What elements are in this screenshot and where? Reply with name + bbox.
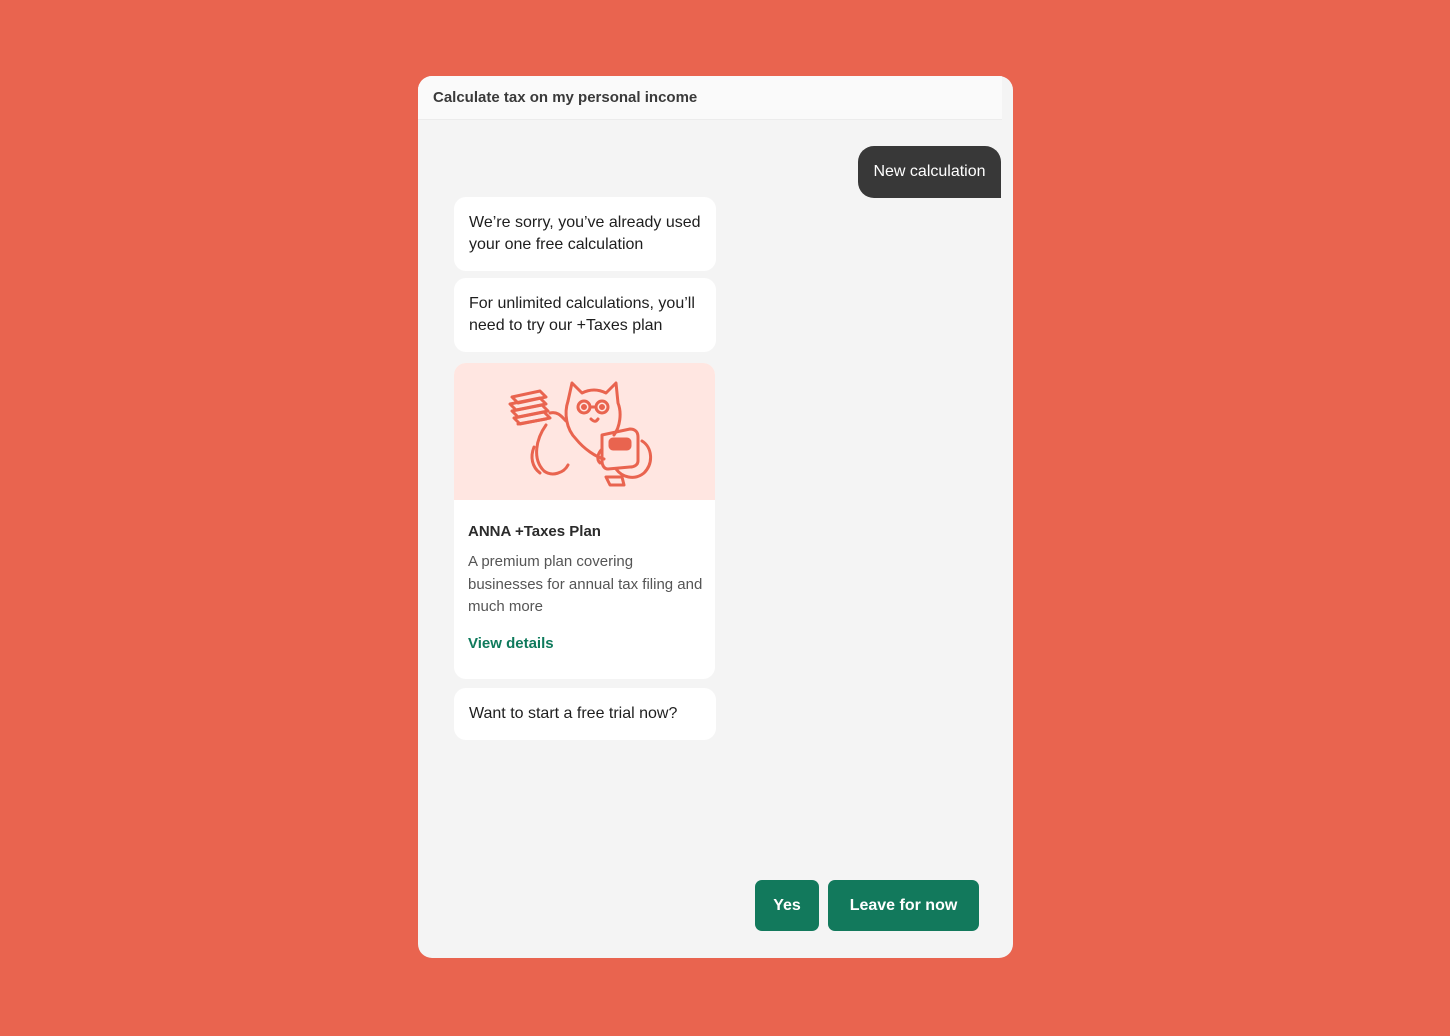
- bot-message-bubble: Want to start a free trial now?: [454, 688, 716, 740]
- chat-title: Calculate tax on my personal income: [433, 89, 698, 106]
- plan-description: A premium plan covering businesses for a…: [468, 553, 703, 615]
- chat-window: Calculate tax on my personal income New …: [418, 76, 1013, 958]
- user-message-text: New calculation: [873, 163, 986, 180]
- plan-title: ANNA +Taxes Plan: [468, 523, 601, 540]
- bot-message-text: For unlimited calculations, you’ll need …: [469, 295, 695, 334]
- plan-illustration: [454, 363, 715, 500]
- chat-header: Calculate tax on my personal income: [418, 76, 1002, 120]
- plan-card: ANNA +Taxes Plan A premium plan covering…: [454, 363, 715, 679]
- yes-button[interactable]: Yes: [755, 880, 819, 931]
- bot-message-text: Want to start a free trial now?: [469, 705, 678, 722]
- bot-message-bubble: We’re sorry, you’ve already used your on…: [454, 197, 716, 271]
- bot-message-text: We’re sorry, you’ve already used your on…: [469, 214, 701, 253]
- bot-message-bubble: For unlimited calculations, you’ll need …: [454, 278, 716, 352]
- view-details-link[interactable]: View details: [468, 635, 554, 652]
- cat-with-documents-illustration: [508, 381, 652, 487]
- user-message-bubble: New calculation: [858, 146, 1001, 198]
- leave-for-now-button[interactable]: Leave for now: [828, 880, 979, 931]
